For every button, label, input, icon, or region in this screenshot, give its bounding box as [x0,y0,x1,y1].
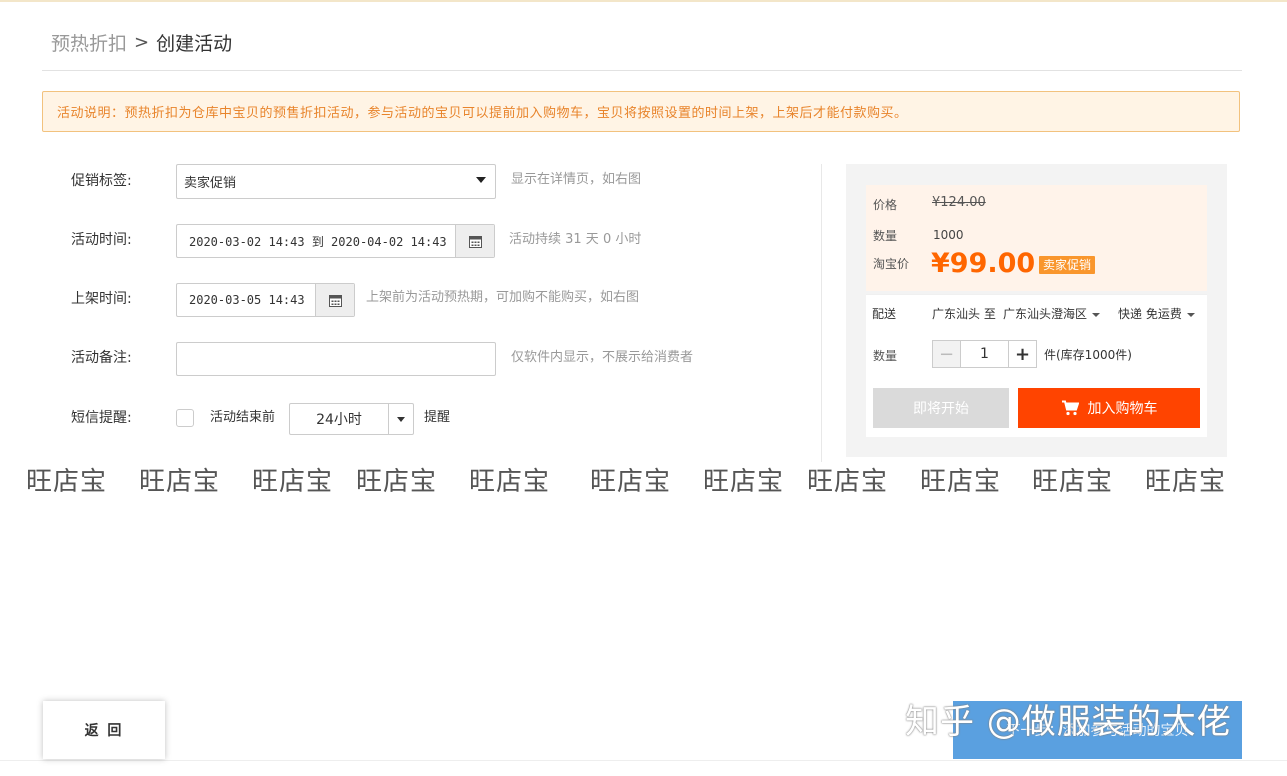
chevron-down-icon [388,404,413,434]
stock-text: 件(库存1000件) [1044,348,1132,362]
minus-icon[interactable]: − [933,341,961,367]
top-border [0,0,1287,2]
add-to-cart-label: 加入购物车 [1087,401,1158,417]
price-label: 价格 [873,198,898,212]
remark-input[interactable] [176,342,496,376]
zhihu-watermark: 知乎 @做服装的大佬 [905,702,1232,742]
calendar-icon [468,235,482,248]
listing-time-input[interactable]: 2020-03-05 14:43 [176,283,355,317]
remark-hint: 仅软件内显示，不展示给消费者 [511,350,694,365]
watermark-text: 旺店宝 [590,467,672,497]
watermark-text: 旺店宝 [469,467,551,497]
sms-reminder-checkbox[interactable] [176,409,194,427]
breadcrumb-parent-link[interactable]: 预热折扣 [51,29,127,56]
remark-label: 活动备注: [71,350,132,366]
shipping-method-dropdown[interactable]: 快递 免运费 [1118,305,1195,322]
price-panel [866,185,1207,291]
taobao-price-value: ¥99.00 [931,248,1036,279]
promo-tag-badge: 卖家促销 [1039,256,1096,274]
watermark-text: 旺店宝 [1032,467,1114,497]
activity-time-range-input[interactable]: 2020-03-02 14:43 到 2020-04-02 14:43 [176,224,495,258]
shipping-destination-dropdown[interactable]: 广东汕头澄海区 [1003,305,1101,322]
activity-time-value: 2020-03-02 14:43 到 2020-04-02 14:43 [189,234,447,249]
calendar-button[interactable] [455,225,494,257]
promo-tag-value: 卖家促销 [184,176,237,191]
breadcrumb-separator-icon: > [134,31,150,53]
watermark-text: 旺店宝 [139,467,221,497]
watermark-row: 旺店宝 旺店宝 旺店宝 旺店宝 旺店宝 旺店宝 旺店宝 旺店宝 旺店宝 旺店宝 … [0,462,1287,502]
shipping-label: 配送 [872,307,897,321]
promo-tag-label: 促销标签: [71,173,132,189]
quantity-value[interactable]: 1 [961,341,1008,367]
column-divider [821,164,822,462]
original-price: ¥124.00 [932,195,986,210]
cart-icon [1061,400,1079,416]
listing-time-value: 2020-03-05 14:43 [189,293,305,307]
activity-notice: 活动说明：预热折扣为仓库中宝贝的预售折扣活动，参与活动的宝贝可以提前加入购物车，… [42,91,1240,132]
activity-time-label: 活动时间: [71,232,132,248]
taobao-price-label: 淘宝价 [873,257,910,271]
page-title: 创建活动 [156,32,233,55]
listing-time-label: 上架时间: [71,291,132,307]
shipping-method: 快递 免运费 [1118,307,1182,321]
stock-qty-label: 数量 [873,229,898,243]
shipping-row: 配送 广东汕头 至 广东汕头澄海区 快递 免运费 [866,294,1207,332]
watermark-text: 旺店宝 [26,467,108,497]
notice-text: 活动说明：预热折扣为仓库中宝贝的预售折扣活动，参与活动的宝贝可以提前加入购物车，… [57,106,908,121]
activity-duration-hint: 活动持续 31 天 0 小时 [509,232,642,247]
promo-tag-hint: 显示在详情页，如右图 [511,172,642,187]
plus-icon[interactable]: + [1008,341,1036,367]
quantity-stepper[interactable]: − 1 + [932,340,1037,368]
calendar-button[interactable] [315,284,354,316]
caret-down-icon [1186,312,1195,317]
coming-soon-button[interactable]: 即将开始 [873,388,1009,428]
promo-tag-select[interactable]: 卖家促销 [176,164,496,199]
shipping-from: 广东汕头 至 [932,307,996,321]
watermark-text: 旺店宝 [920,467,1002,497]
reminder-hours-value: 24小时 [316,412,362,428]
caret-down-icon [1092,312,1101,317]
header-divider [42,70,1242,71]
add-to-cart-button[interactable]: 加入购物车 [1018,388,1200,428]
reminder-hours-select[interactable]: 24小时 [289,403,414,435]
stock-qty-value: 1000 [933,228,964,242]
watermark-text: 旺店宝 [807,467,889,497]
listing-time-hint: 上架前为活动预热期，可加购不能购买，如右图 [366,290,640,305]
sms-checkbox-label: 活动结束前 [210,410,276,425]
footer-divider [0,760,1287,761]
buy-qty-label: 数量 [873,349,898,363]
shipping-destination: 广东汕头澄海区 [1003,307,1088,321]
watermark-text: 旺店宝 [703,467,785,497]
watermark-text: 旺店宝 [356,467,438,497]
back-button[interactable]: 返 回 [43,701,165,759]
caret-down-icon [476,177,486,183]
calendar-icon [328,294,342,307]
sms-reminder-label: 短信提醒: [71,410,132,426]
sms-reminder-suffix: 提醒 [424,410,451,425]
breadcrumb: 预热折扣 > 创建活动 [51,29,232,55]
watermark-text: 旺店宝 [1145,467,1227,497]
watermark-text: 旺店宝 [252,467,334,497]
